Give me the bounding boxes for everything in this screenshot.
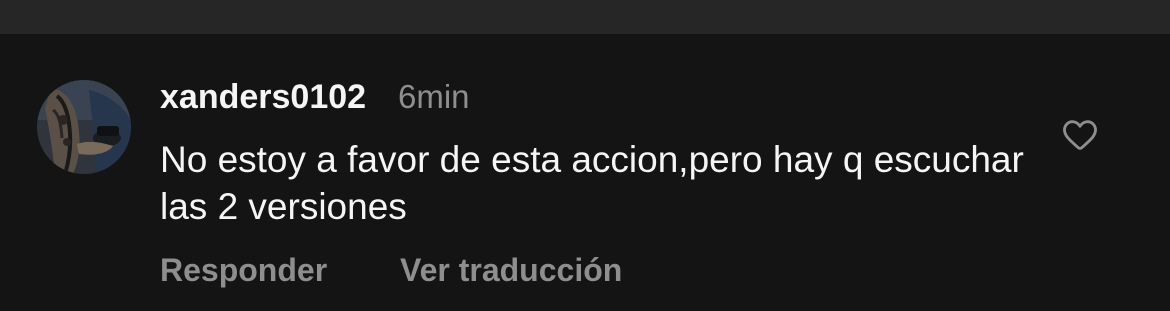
comment-item: xanders0102 6min No estoy a favor de est… [0, 34, 1170, 311]
comment-timestamp: 6min [398, 78, 470, 115]
top-bar [0, 0, 1170, 34]
like-button[interactable] [1061, 116, 1099, 154]
heart-outline-icon [1063, 120, 1097, 150]
user-avatar[interactable] [37, 80, 131, 174]
comment-text: No estoy a favor de esta accion,pero hay… [160, 139, 1024, 227]
comment-username[interactable]: xanders0102 [160, 78, 366, 117]
see-translation-button[interactable]: Ver traducción [400, 252, 622, 289]
avatar-image [37, 80, 131, 174]
reply-button[interactable]: Responder [160, 252, 327, 289]
